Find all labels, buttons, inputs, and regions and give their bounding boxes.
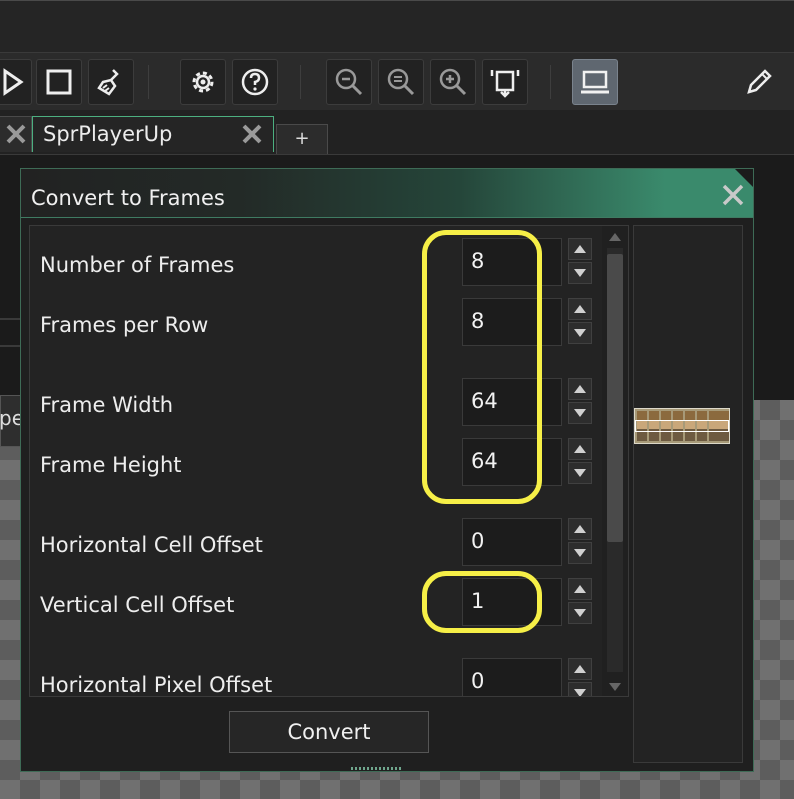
arrow-up-icon	[574, 665, 586, 673]
sprite-preview-panel	[633, 225, 743, 763]
vertical-scrollbar[interactable]	[602, 226, 628, 696]
spin-down-button[interactable]	[568, 542, 592, 564]
arrow-up-icon	[574, 585, 586, 593]
zoom-reset-button[interactable]	[378, 59, 424, 105]
arrow-down-icon	[574, 469, 586, 477]
dialog-title: Convert to Frames	[31, 186, 225, 210]
frame-width-label: Frame Width	[40, 393, 174, 417]
spin-up-button[interactable]	[568, 298, 592, 320]
convert-button[interactable]: Convert	[229, 711, 429, 753]
spin-up-button[interactable]	[568, 438, 592, 460]
convert-to-frames-dialog: Convert to Frames Number of Frames 8 Fra…	[20, 168, 754, 772]
vertical-cell-offset-label: Vertical Cell Offset	[40, 593, 235, 617]
toolbar-separator	[300, 65, 301, 99]
window-top-strip	[0, 0, 794, 53]
clean-brush-icon	[97, 69, 119, 96]
gear-icon	[192, 71, 214, 93]
stop-icon	[46, 69, 72, 95]
resize-grip[interactable]	[351, 767, 401, 770]
horizontal-cell-offset-label: Horizontal Cell Offset	[40, 533, 263, 557]
spin-down-button[interactable]	[568, 262, 592, 284]
help-button[interactable]	[232, 59, 278, 105]
zoom-out-icon	[335, 68, 363, 96]
spin-down-button[interactable]	[568, 322, 592, 344]
horizontal-pixel-offset-input[interactable]: 0	[462, 658, 562, 696]
settings-button[interactable]	[180, 59, 226, 105]
close-icon[interactable]	[721, 183, 745, 207]
frames-per-row-label: Frames per Row	[40, 313, 209, 337]
pencil-icon	[747, 69, 772, 94]
arrow-up-icon	[574, 445, 586, 453]
horizontal-pixel-offset-label: Horizontal Pixel Offset	[40, 673, 273, 697]
toolbar-separator	[148, 65, 149, 99]
spin-down-button[interactable]	[568, 682, 592, 696]
arrow-up-icon	[574, 525, 586, 533]
highlight-ring	[422, 230, 542, 504]
spin-down-button[interactable]	[568, 462, 592, 484]
arrow-down-icon	[574, 329, 586, 337]
arrow-down-icon	[574, 689, 586, 696]
close-icon[interactable]	[241, 123, 263, 145]
highlight-ring	[422, 571, 542, 633]
spin-down-button[interactable]	[568, 602, 592, 624]
tab-previous[interactable]	[0, 116, 32, 152]
scroll-down-icon[interactable]	[608, 682, 622, 692]
play-icon	[3, 68, 24, 96]
add-tab-button[interactable]: +	[276, 124, 328, 154]
dialog-titlebar[interactable]: Convert to Frames	[21, 169, 753, 218]
zoom-in-button[interactable]	[430, 59, 476, 105]
monitor-button[interactable]	[572, 59, 618, 105]
zoom-in-icon	[439, 68, 467, 96]
stop-button[interactable]	[36, 59, 82, 105]
spin-down-button[interactable]	[568, 402, 592, 424]
arrow-up-icon	[574, 245, 586, 253]
spin-up-button[interactable]	[568, 378, 592, 400]
help-icon	[241, 68, 269, 96]
spin-up-button[interactable]	[568, 238, 592, 260]
spin-up-button[interactable]	[568, 518, 592, 540]
toolbar-separator	[550, 65, 551, 99]
field-value: 0	[471, 529, 485, 553]
tab-label: SprPlayerUp	[43, 122, 173, 146]
fit-icon	[490, 70, 520, 98]
arrow-up-icon	[574, 385, 586, 393]
tab-bar: SprPlayerUp +	[0, 110, 794, 155]
arrow-down-icon	[574, 549, 586, 557]
arrow-down-icon	[574, 409, 586, 417]
edit-button[interactable]	[736, 59, 782, 105]
sprite-strip-image	[634, 408, 730, 444]
number-of-frames-label: Number of Frames	[40, 253, 235, 277]
spin-up-button[interactable]	[568, 578, 592, 600]
arrow-down-icon	[574, 609, 586, 617]
monitor-icon	[581, 70, 609, 94]
field-value: 0	[471, 669, 485, 693]
zoom-reset-icon	[387, 68, 415, 96]
frame-selection-outline	[635, 420, 729, 432]
tab-sprplayerup[interactable]: SprPlayerUp	[32, 116, 274, 152]
fit-button[interactable]	[482, 59, 528, 105]
spin-up-button[interactable]	[568, 658, 592, 680]
scroll-up-icon[interactable]	[608, 232, 622, 242]
zoom-out-button[interactable]	[326, 59, 372, 105]
scroll-thumb[interactable]	[607, 254, 623, 542]
frame-height-label: Frame Height	[40, 453, 182, 477]
clean-button[interactable]	[88, 59, 134, 105]
arrow-down-icon	[574, 269, 586, 277]
close-icon[interactable]	[5, 123, 27, 145]
horizontal-cell-offset-input[interactable]: 0	[462, 518, 562, 566]
main-toolbar	[0, 52, 794, 112]
play-button[interactable]	[0, 59, 32, 105]
arrow-up-icon	[574, 305, 586, 313]
